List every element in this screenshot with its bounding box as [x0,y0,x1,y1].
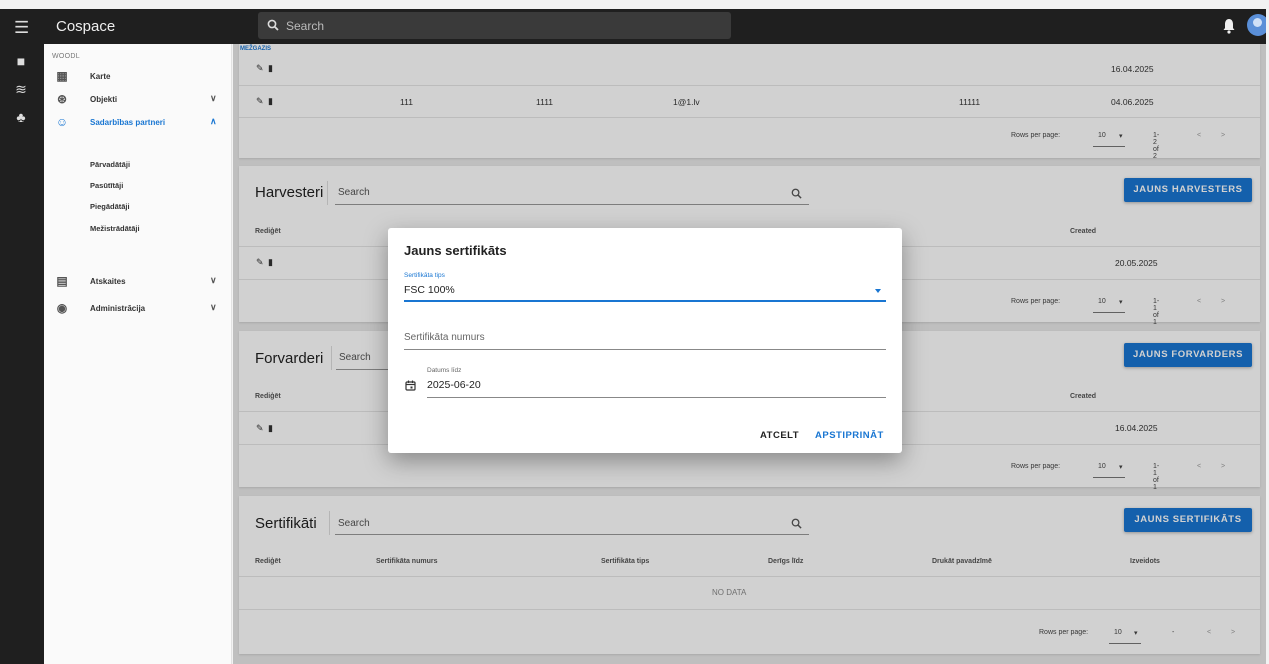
org-name: WOODL [52,53,80,60]
app-title: Cospace [56,18,116,35]
new-certificate-dialog: Jauns sertifikāts Sertifikāta tips FSC 1… [388,228,902,453]
date-input[interactable]: 2025-06-20 [427,379,481,391]
nav-subitem-piegadataji[interactable]: Piegādātāji [90,202,130,211]
cert-type-label: Sertifikāta tips [404,272,445,279]
nav-drawer: WOODL ▦ Karte ⊛ Objekti ∨ ☺ Sadarbības p… [44,44,232,664]
nav-subitem-parvadataji[interactable]: Pārvadātāji [90,160,130,169]
folder-icon[interactable]: ■ [11,53,31,71]
tree-icon[interactable]: ♣ [11,109,31,127]
screen-frame-top [0,0,1269,9]
cert-number-input[interactable]: Sertifikāta numurs [404,332,485,343]
global-search-input[interactable]: Search [258,12,731,39]
search-icon [267,19,279,31]
nav-item-label: Karte [90,72,111,81]
nav-item-atskaites[interactable]: ▤ Atskaites ∨ [44,271,232,291]
dropdown-arrow-icon[interactable] [875,289,881,293]
chevron-down-icon: ∨ [210,302,217,312]
chevron-down-icon: ∨ [210,93,217,103]
nav-subitem-pasutitaji[interactable]: Pasūtītāji [90,181,123,190]
calendar-icon[interactable] [405,380,416,391]
menu-icon[interactable]: ☰ [14,18,29,38]
app-rail: ■ ≋ ♣ [0,44,44,664]
nav-subitem-mezistradataji[interactable]: Mežistrādātāji [90,224,140,233]
nav-item-label: Atskaites [90,277,126,286]
cert-type-select[interactable]: FSC 100% [404,284,455,296]
confirm-button[interactable]: APSTIPRINĀT [815,430,884,441]
report-icon: ▤ [56,274,68,288]
forest-icon[interactable]: ≋ [11,81,31,99]
nav-item-objekti[interactable]: ⊛ Objekti ∨ [44,89,232,109]
nav-item-label: Sadarbības partneri [90,118,166,127]
account-icon: ◉ [56,301,68,315]
nav-item-karte[interactable]: ▦ Karte [44,66,232,86]
chevron-down-icon: ∨ [210,275,217,285]
trees-icon: ⊛ [56,92,68,106]
global-search-placeholder: Search [286,19,325,33]
bell-icon[interactable] [1222,18,1236,34]
cert-type-underline [404,300,886,302]
date-underline [427,397,886,398]
app-bar: ☰ Cospace Search [0,9,1269,44]
date-label: Datums līdz [427,367,462,374]
cert-number-underline [404,349,886,350]
nav-item-label: Administrācija [90,304,146,313]
people-icon: ☺ [55,115,69,129]
nav-item-label: Objekti [90,95,118,104]
nav-item-administracija[interactable]: ◉ Administrācija ∨ [44,298,232,318]
nav-item-sadarbibas-partneri[interactable]: ☺ Sadarbības partneri ∧ [44,112,232,132]
cancel-button[interactable]: ATCELT [760,430,799,441]
map-icon: ▦ [56,69,68,83]
chevron-up-icon: ∧ [210,116,217,126]
dialog-title: Jauns sertifikāts [404,243,507,258]
